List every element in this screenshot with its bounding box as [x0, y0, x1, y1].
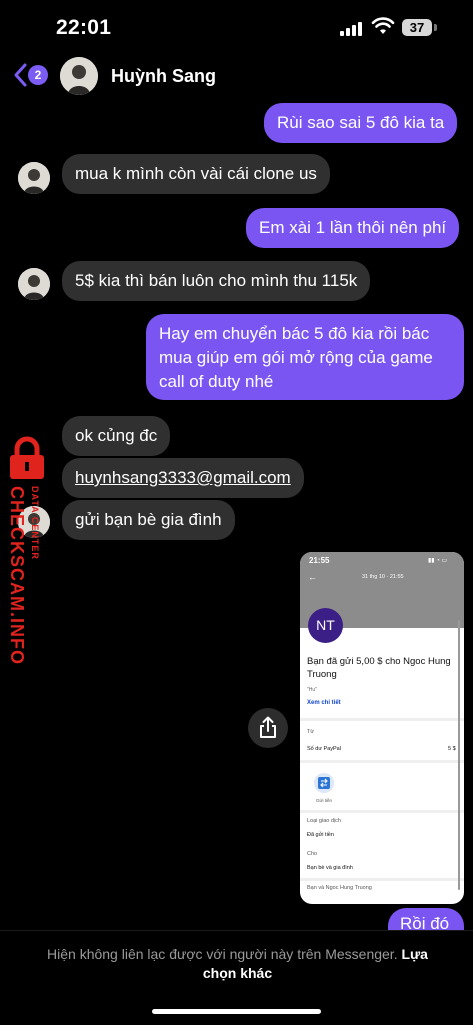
share-button[interactable] — [248, 708, 288, 748]
message-incoming[interactable]: ok củng đc — [62, 416, 171, 456]
battery-indicator: 37 — [402, 19, 432, 36]
message-line: Hay em chuyển bác 5 đô kia rồi bác — [159, 324, 430, 343]
padlock-icon — [10, 436, 44, 479]
attached-image[interactable]: 21:55 ▮▮ ◔ ▭ ← 31 thg 10 · 21:55 NT Bạn … — [300, 552, 464, 904]
message-line: mua giúp em gói mở rộng của game — [159, 348, 433, 367]
unread-badge[interactable]: 2 — [28, 65, 48, 85]
image-from-label: Từ — [307, 729, 315, 735]
message-incoming[interactable]: mua k mình còn vài cái clone us — [62, 154, 330, 194]
message-incoming[interactable]: gửi bạn bè gia đình — [62, 500, 235, 540]
watermark: CHECKSCAM.INFO DATA CENTER — [0, 436, 56, 666]
chat-header: 2 Huỳnh Sang — [0, 56, 473, 100]
message-line: call of duty nhé — [159, 372, 274, 391]
image-for-label: Cho — [307, 851, 318, 857]
watermark-subtext: DATA CENTER — [30, 486, 40, 560]
image-status-icons: ▮▮ ◔ ▭ — [428, 558, 448, 564]
status-time: 22:01 — [56, 16, 112, 39]
image-divider — [300, 810, 464, 813]
image-type-value: Đã gửi tiền — [307, 832, 334, 838]
footer-text: Hiện không liên lạc được với người này t… — [40, 945, 435, 983]
message-incoming[interactable]: 5$ kia thì bán luôn cho mình thu 115k — [62, 261, 371, 301]
message-outgoing[interactable]: Rùi sao sai 5 đô kia ta — [264, 103, 458, 143]
sender-avatar — [18, 162, 50, 194]
image-transfer-icon — [314, 773, 334, 793]
image-from-value: Số dư PayPal — [307, 746, 341, 752]
message-outgoing[interactable]: Hay em chuyển bác 5 đô kia rồi bác mua g… — [146, 314, 464, 400]
signal-icon — [340, 20, 366, 36]
image-type-label: Loại giao dịch — [307, 818, 341, 824]
sender-avatar — [18, 268, 50, 300]
image-title: Bạn đã gửi 5,00 $ cho Ngoc Hung Truong — [307, 656, 451, 680]
image-time: 21:55 — [309, 556, 330, 565]
wifi-icon — [371, 17, 395, 34]
image-amount: 5 $ — [448, 746, 456, 752]
contact-name[interactable]: Huỳnh Sang — [111, 66, 216, 87]
home-indicator — [152, 1009, 321, 1014]
image-scrollbar — [458, 620, 460, 890]
email-link[interactable]: huynhsang3333@gmail.com — [75, 468, 291, 487]
watermark-text: CHECKSCAM.INFO — [7, 486, 27, 665]
image-divider — [300, 760, 464, 763]
status-bar: 22:01 37 — [0, 0, 473, 56]
image-date: 31 thg 10 · 21:55 — [362, 574, 404, 580]
battery-tip — [434, 24, 437, 31]
image-avatar: NT — [308, 608, 343, 643]
unavailable-notice: Hiện không liên lạc được với người này t… — [47, 946, 398, 962]
image-details-link: Xem chi tiết — [307, 700, 341, 706]
image-divider — [300, 878, 464, 881]
image-note: "Hu" — [307, 687, 317, 693]
image-divider — [300, 718, 464, 721]
message-incoming[interactable]: huynhsang3333@gmail.com — [62, 458, 304, 498]
image-back-arrow-icon: ← — [308, 572, 317, 582]
message-outgoing[interactable]: Em xài 1 lần thôi nên phí — [246, 208, 460, 248]
image-with-label: Bạn và Ngoc Hung Truong — [307, 885, 372, 891]
share-icon — [260, 716, 276, 738]
image-for-value: Bạn bè và gia đình — [307, 865, 353, 871]
contact-avatar[interactable] — [60, 57, 98, 95]
image-send-label: Gửi tiền — [316, 798, 333, 803]
